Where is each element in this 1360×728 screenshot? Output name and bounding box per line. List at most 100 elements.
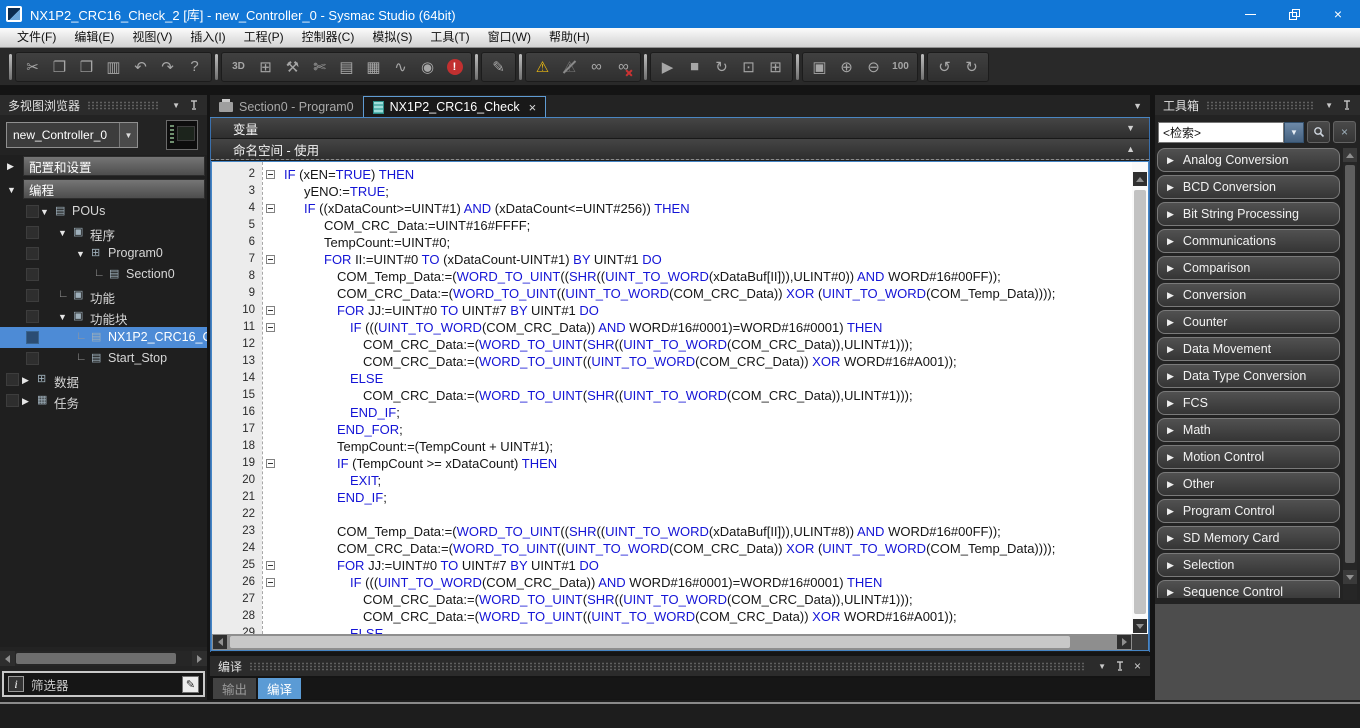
toolbox-category-conversion[interactable]: ▶Conversion xyxy=(1157,283,1340,307)
paste-icon[interactable]: ❒ xyxy=(73,53,100,80)
code-line[interactable]: 20EXIT; xyxy=(212,472,1132,489)
expander-icon[interactable]: ▼ xyxy=(58,312,67,322)
search-dropdown-icon[interactable]: ▼ xyxy=(1284,122,1304,143)
code-line[interactable]: 21END_IF; xyxy=(212,489,1132,506)
scroll-down-icon[interactable] xyxy=(1343,570,1357,584)
tree-item-programs[interactable]: ▼▣程序 xyxy=(0,222,207,243)
fold-toggle-icon[interactable] xyxy=(266,255,275,264)
code-line[interactable]: 23COM_Temp_Data:=(WORD_TO_UINT((SHR((UIN… xyxy=(212,523,1132,540)
tree-item-nx1p2-crc16[interactable]: ∟▤NX1P2_CRC16_C xyxy=(0,327,207,348)
pin-icon[interactable] xyxy=(189,99,199,111)
fold-toggle-icon[interactable] xyxy=(266,323,275,332)
fold-toggle-icon[interactable] xyxy=(266,306,275,315)
tree-item-start-stop[interactable]: ∟▤Start_Stop xyxy=(0,348,207,369)
zoom-in-icon[interactable]: ⊕ xyxy=(833,53,860,80)
tree-section-configuration[interactable]: ▶ 配置和设置 xyxy=(0,155,207,178)
scrollbar-thumb[interactable] xyxy=(16,653,176,664)
code-line[interactable]: 4IF ((xDataCount>=UINT#1) AND (xDataCoun… xyxy=(212,200,1132,217)
tab-nx1p2-crc16-check[interactable]: NX1P2_CRC16_Check × xyxy=(363,96,547,118)
menu-item[interactable]: 窗口(W) xyxy=(479,28,540,47)
fold-column[interactable] xyxy=(262,574,278,591)
io-map-icon[interactable]: ∿ xyxy=(387,53,414,80)
close-icon[interactable]: × xyxy=(1129,659,1146,673)
tab-section0-program0[interactable]: Section0 - Program0 xyxy=(210,96,363,118)
menu-item[interactable]: 编辑(E) xyxy=(65,28,123,47)
scroll-left-icon[interactable] xyxy=(0,651,15,666)
copy-icon[interactable]: ❐ xyxy=(46,53,73,80)
search-input[interactable]: <检索> xyxy=(1158,122,1284,143)
error-list-icon[interactable]: ! xyxy=(441,53,468,80)
code-line[interactable]: 8COM_Temp_Data:=(WORD_TO_UINT((SHR((UINT… xyxy=(212,268,1132,285)
tree-section-programming[interactable]: ▼ 编程 xyxy=(0,178,207,201)
menu-item[interactable]: 工具(T) xyxy=(421,28,478,47)
zoom-out-icon[interactable]: ⊖ xyxy=(860,53,887,80)
collapse-icon[interactable]: ▼ xyxy=(167,101,185,110)
scrollbar-thumb[interactable] xyxy=(1134,190,1146,614)
toolbox-category-sd-memory-card[interactable]: ▶SD Memory Card xyxy=(1157,526,1340,550)
3d-view-icon[interactable]: 3D xyxy=(225,53,252,80)
scrollbar-thumb[interactable] xyxy=(1345,165,1355,563)
code-line[interactable]: 13COM_CRC_Data:=(WORD_TO_UINT((UINT_TO_W… xyxy=(212,353,1132,370)
toolbox-category-selection[interactable]: ▶Selection xyxy=(1157,553,1340,577)
code-line[interactable]: 7FOR II:=UINT#0 TO (xDataCount-UINT#1) B… xyxy=(212,251,1132,268)
synchronize-icon[interactable]: ↻ xyxy=(708,53,735,80)
warning-disabled-icon[interactable]: ⚠ xyxy=(556,53,583,80)
tree-item-section0[interactable]: ∟▤Section0 xyxy=(0,264,207,285)
code-line[interactable]: 9COM_CRC_Data:=(WORD_TO_UINT((UINT_TO_WO… xyxy=(212,285,1132,302)
code-line[interactable]: 26IF (((UINT_TO_WORD(COM_CRC_Data)) AND … xyxy=(212,574,1132,591)
chevron-down-icon[interactable]: ▼ xyxy=(119,123,137,147)
collapse-icon[interactable]: ▼ xyxy=(7,185,16,195)
search-button[interactable] xyxy=(1307,121,1330,143)
toolbox-category-data-type-conversion[interactable]: ▶Data Type Conversion xyxy=(1157,364,1340,388)
toolbox-scrollbar[interactable] xyxy=(1343,148,1357,600)
code-line[interactable]: 22 xyxy=(212,506,1132,523)
toolbox-category-motion-control[interactable]: ▶Motion Control xyxy=(1157,445,1340,469)
scroll-right-icon[interactable] xyxy=(1117,635,1131,649)
fold-column[interactable] xyxy=(262,455,278,472)
tree-item-program0[interactable]: ▼⊞Program0 xyxy=(0,243,207,264)
redo-icon[interactable]: ↷ xyxy=(154,53,181,80)
code-line[interactable]: 2IF (xEN=TRUE) THEN xyxy=(212,166,1132,183)
code-line[interactable]: 11IF (((UINT_TO_WORD(COM_CRC_Data)) AND … xyxy=(212,319,1132,336)
toolbox-category-bcd-conversion[interactable]: ▶BCD Conversion xyxy=(1157,175,1340,199)
monitor-icon[interactable]: ⊡ xyxy=(735,53,762,80)
close-tab-icon[interactable]: × xyxy=(529,100,537,115)
tab-output[interactable]: 输出 xyxy=(213,678,256,699)
scroll-up-icon[interactable] xyxy=(1343,148,1357,162)
scroll-down-icon[interactable] xyxy=(1133,619,1147,633)
editor-h-scrollbar[interactable] xyxy=(212,634,1132,650)
edit-cut-alt-icon[interactable]: ✄ xyxy=(306,53,333,80)
help-icon[interactable]: ? xyxy=(181,53,208,80)
menu-item[interactable]: 模拟(S) xyxy=(363,28,421,47)
code-line[interactable]: 3yENO:=TRUE; xyxy=(212,183,1132,200)
code-line[interactable]: 24COM_CRC_Data:=(WORD_TO_UINT((UINT_TO_W… xyxy=(212,540,1132,557)
collapse-up-icon[interactable]: ▲ xyxy=(1126,144,1135,154)
zoom-100-icon[interactable]: 100 xyxy=(887,53,914,80)
variables-bar[interactable]: 变量 ▼ xyxy=(211,118,1149,139)
fold-toggle-icon[interactable] xyxy=(266,459,275,468)
navigate-back-icon[interactable]: ↺ xyxy=(931,53,958,80)
tab-build[interactable]: 编译 xyxy=(258,678,301,699)
toolbox-category-sequence-control[interactable]: ▶Sequence Control xyxy=(1157,580,1340,598)
code-line[interactable]: 12COM_CRC_Data:=(WORD_TO_UINT(SHR((UINT_… xyxy=(212,336,1132,353)
fold-column[interactable] xyxy=(262,557,278,574)
build-icon[interactable]: ⚒ xyxy=(279,53,306,80)
device-selector[interactable]: new_Controller_0 ▼ xyxy=(6,122,138,148)
code-line[interactable]: 17END_FOR; xyxy=(212,421,1132,438)
toolbox-category-fcs[interactable]: ▶FCS xyxy=(1157,391,1340,415)
expander-icon[interactable]: ▶ xyxy=(22,396,29,407)
menu-item[interactable]: 插入(I) xyxy=(181,28,234,47)
monitor-multi-icon[interactable]: ⊞ xyxy=(762,53,789,80)
fold-column[interactable] xyxy=(262,319,278,336)
close-button[interactable]: × xyxy=(1316,0,1360,28)
code-line[interactable]: 28COM_CRC_Data:=(WORD_TO_UINT((UINT_TO_W… xyxy=(212,608,1132,625)
search-clear-button[interactable]: × xyxy=(1333,121,1356,143)
fold-toggle-icon[interactable] xyxy=(266,578,275,587)
tree-item-pous[interactable]: ▼▤POUs xyxy=(0,201,207,222)
collapse-icon[interactable]: ▼ xyxy=(1320,101,1338,110)
fold-toggle-icon[interactable] xyxy=(266,561,275,570)
scroll-left-icon[interactable] xyxy=(213,635,227,649)
watch-window-icon[interactable]: ▤ xyxy=(333,53,360,80)
toolbox-category-data-movement[interactable]: ▶Data Movement xyxy=(1157,337,1340,361)
navigate-forward-icon[interactable]: ↻ xyxy=(958,53,985,80)
